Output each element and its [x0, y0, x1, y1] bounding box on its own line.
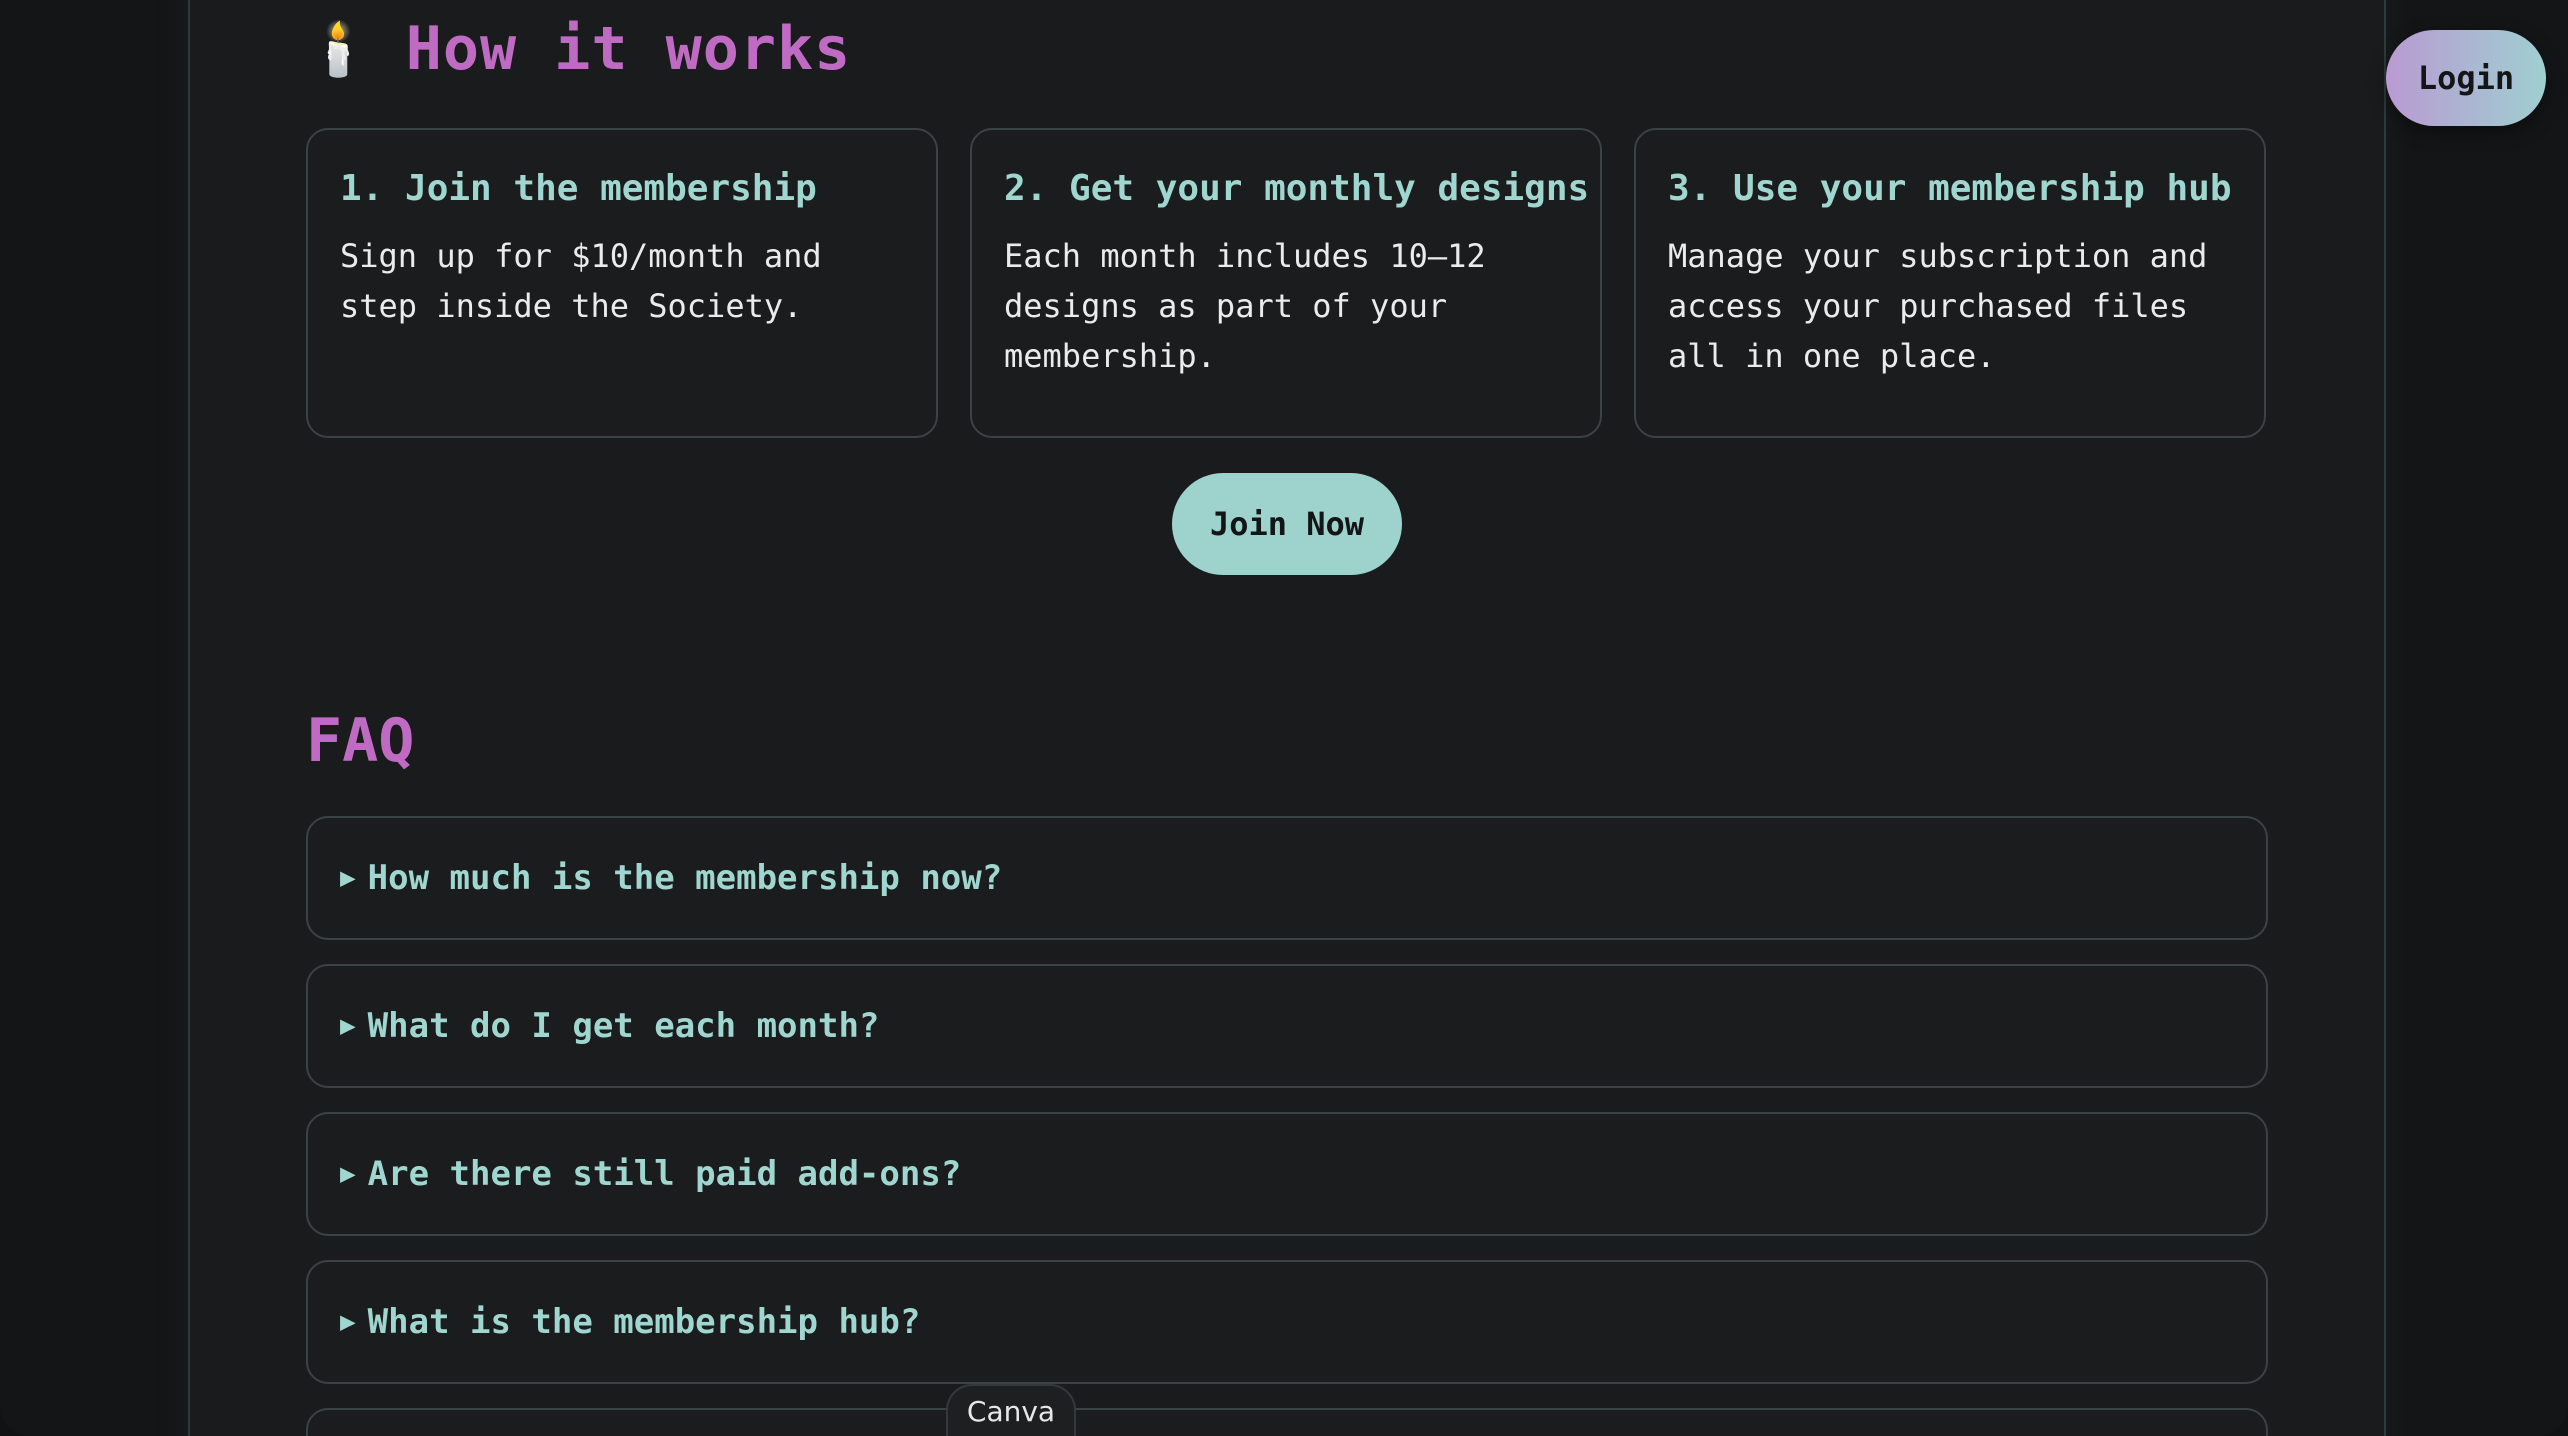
faq-question: What is the membership hub? [367, 1302, 921, 1342]
step-card-heading: 3. Use your membership hub [1668, 168, 2232, 209]
disclosure-triangle-icon: ▶ [340, 1011, 356, 1041]
faq-item-partial[interactable] [306, 1408, 2268, 1436]
disclosure-triangle-icon: ▶ [340, 863, 356, 893]
faq-item[interactable]: ▶ How much is the membership now? [306, 816, 2268, 940]
page: 🕯️ How it works 1. Join the membership S… [0, 0, 2568, 1436]
faq-question: Are there still paid add-ons? [367, 1154, 962, 1194]
disclosure-triangle-icon: ▶ [340, 1307, 356, 1337]
step-card-2: 2. Get your monthly designs Each month i… [970, 128, 1602, 438]
step-card-body: Manage your subscription and access your… [1668, 237, 2208, 375]
faq-item[interactable]: ▶ What is the membership hub? [306, 1260, 2268, 1384]
step-card-body: Sign up for $10/month and step inside th… [340, 237, 822, 325]
login-button[interactable]: Login [2386, 30, 2546, 126]
step-card-1: 1. Join the membership Sign up for $10/m… [306, 128, 938, 438]
faq-question: What do I get each month? [367, 1006, 880, 1046]
how-it-works-title: How it works [405, 14, 852, 84]
step-card-heading: 2. Get your monthly designs [1004, 168, 1590, 209]
disclosure-triangle-icon: ▶ [340, 1159, 356, 1189]
how-it-works-heading: 🕯️ How it works [306, 14, 851, 84]
candle-icon: 🕯️ [306, 19, 372, 80]
canva-badge[interactable]: Canva [946, 1384, 1076, 1436]
faq-title: FAQ [306, 706, 415, 776]
join-now-button[interactable]: Join Now [1172, 473, 1402, 575]
step-card-heading: 1. Join the membership [340, 168, 817, 209]
step-card-body: Each month includes 10–12 designs as par… [1004, 237, 1486, 375]
faq-question: How much is the membership now? [367, 858, 1003, 898]
step-card-3: 3. Use your membership hub Manage your s… [1634, 128, 2266, 438]
faq-item[interactable]: ▶ What do I get each month? [306, 964, 2268, 1088]
faq-item[interactable]: ▶ Are there still paid add-ons? [306, 1112, 2268, 1236]
